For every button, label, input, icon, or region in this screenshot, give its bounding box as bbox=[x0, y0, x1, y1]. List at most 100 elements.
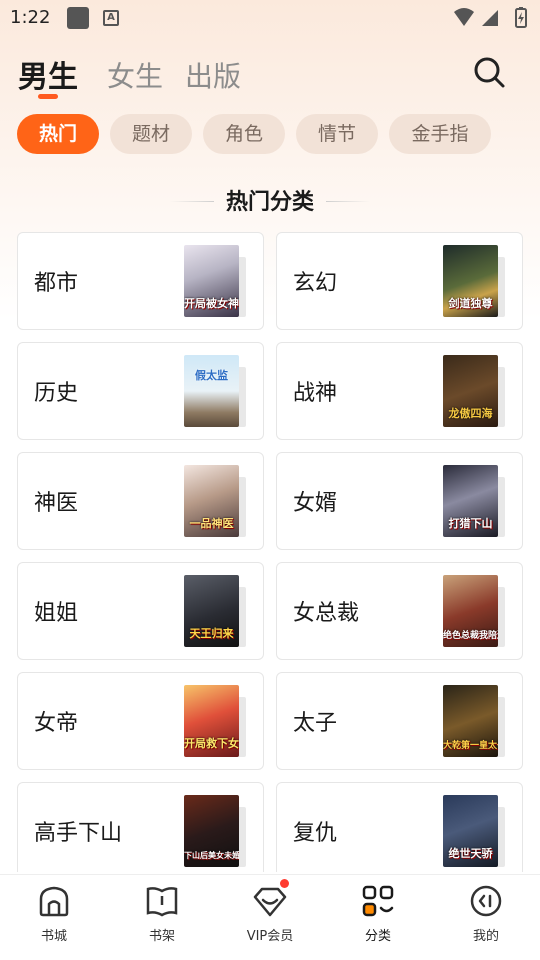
home-icon bbox=[39, 886, 69, 917]
search-icon bbox=[474, 57, 505, 88]
status-bar: 1:22 A bbox=[0, 0, 540, 36]
tab-female[interactable]: 女生 bbox=[107, 55, 163, 95]
signal-icon bbox=[482, 10, 498, 26]
category-grid: 都市 开局被女神表白 玄幻 剑道独尊 历史 假太监 bbox=[0, 232, 540, 872]
cover-stack: 绝世天骄 bbox=[443, 795, 507, 867]
book-cover: 一品神医 bbox=[184, 465, 239, 537]
category-label: 神医 bbox=[34, 491, 79, 516]
notification-badge bbox=[280, 879, 289, 888]
category-card[interactable]: 复仇 绝世天骄 bbox=[276, 782, 523, 872]
cover-title: 开局被女神表白 bbox=[184, 297, 239, 310]
nav-vip[interactable]: VIP会员 bbox=[230, 875, 310, 960]
book-cover: 绝世天骄 bbox=[443, 795, 498, 867]
cover-title: 开局救下女帝 bbox=[184, 737, 239, 750]
battery-charging-icon bbox=[515, 7, 527, 28]
chip-hot[interactable]: 热门 bbox=[17, 114, 99, 154]
book-cover: 假太监 bbox=[184, 355, 239, 427]
cover-title: 假太监 bbox=[195, 369, 228, 382]
cover-title: 下山后美女未婚妻吧 bbox=[184, 851, 239, 860]
status-time: 1:22 bbox=[10, 7, 51, 28]
nav-label: 我的 bbox=[472, 929, 499, 944]
book-cover: 打猎下山 bbox=[443, 465, 498, 537]
category-label: 女总裁 bbox=[293, 601, 360, 626]
app-square-icon bbox=[67, 7, 89, 29]
section-title: 热门分类 bbox=[225, 190, 314, 215]
category-label: 战神 bbox=[293, 381, 338, 406]
cover-stack: 天王归来 bbox=[184, 575, 248, 647]
book-cover: 大乾第一皇太子 bbox=[443, 685, 498, 757]
book-cover: 绝色总裁我陪送逃 bbox=[443, 575, 498, 647]
category-label: 姐姐 bbox=[34, 601, 79, 626]
section-divider-left bbox=[170, 201, 214, 202]
category-card[interactable]: 历史 假太监 bbox=[17, 342, 264, 440]
category-card[interactable]: 女帝 开局救下女帝 bbox=[17, 672, 264, 770]
cover-stack: 龙傲四海 bbox=[443, 355, 507, 427]
nav-label: VIP会员 bbox=[246, 929, 294, 944]
nav-category[interactable]: 分类 bbox=[338, 875, 418, 960]
cover-title: 绝色总裁我陪送逃 bbox=[443, 631, 498, 641]
book-cover: 天王归来 bbox=[184, 575, 239, 647]
category-label: 女婿 bbox=[293, 491, 338, 516]
cover-stack: 剑道独尊 bbox=[443, 245, 507, 317]
section-header: 热门分类 bbox=[0, 184, 540, 218]
cover-title: 打猎下山 bbox=[448, 517, 493, 530]
cover-stack: 假太监 bbox=[184, 355, 248, 427]
book-cover: 下山后美女未婚妻吧 bbox=[184, 795, 239, 867]
cover-title: 一品神医 bbox=[189, 517, 234, 530]
nav-label: 书架 bbox=[148, 929, 175, 944]
category-label: 高手下山 bbox=[34, 821, 123, 846]
cover-stack: 绝色总裁我陪送逃 bbox=[443, 575, 507, 647]
category-card[interactable]: 太子 大乾第一皇太子 bbox=[276, 672, 523, 770]
nav-label: 分类 bbox=[364, 929, 391, 944]
book-cover: 开局救下女帝 bbox=[184, 685, 239, 757]
cover-title: 天王归来 bbox=[189, 627, 234, 640]
profile-icon bbox=[470, 885, 502, 917]
tab-male[interactable]: 男生 bbox=[18, 52, 78, 96]
cover-stack: 下山后美女未婚妻吧 bbox=[184, 795, 248, 867]
book-cover: 开局被女神表白 bbox=[184, 245, 239, 317]
category-label: 都市 bbox=[34, 271, 79, 296]
cover-title: 剑道独尊 bbox=[448, 297, 493, 310]
category-card[interactable]: 神医 一品神医 bbox=[17, 452, 264, 550]
nav-bookstore[interactable]: 书城 bbox=[14, 875, 94, 960]
category-card[interactable]: 玄幻 剑道独尊 bbox=[276, 232, 523, 330]
nav-profile[interactable]: 我的 bbox=[446, 875, 526, 960]
cover-stack: 打猎下山 bbox=[443, 465, 507, 537]
chip-golden-finger[interactable]: 金手指 bbox=[389, 114, 491, 154]
category-label: 复仇 bbox=[293, 821, 338, 846]
category-card[interactable]: 女婿 打猎下山 bbox=[276, 452, 523, 550]
book-icon bbox=[146, 887, 178, 917]
cover-title: 龙傲四海 bbox=[448, 407, 493, 420]
category-grid-icon bbox=[362, 885, 394, 917]
wifi-icon bbox=[454, 8, 474, 26]
cover-title: 绝世天骄 bbox=[448, 847, 493, 860]
cover-stack: 一品神医 bbox=[184, 465, 248, 537]
category-card[interactable]: 高手下山 下山后美女未婚妻吧 bbox=[17, 782, 264, 872]
search-button[interactable] bbox=[472, 55, 506, 89]
tab-publish[interactable]: 出版 bbox=[185, 55, 241, 95]
cover-stack: 开局被女神表白 bbox=[184, 245, 248, 317]
nav-label: 书城 bbox=[40, 929, 67, 944]
category-card[interactable]: 战神 龙傲四海 bbox=[276, 342, 523, 440]
cover-stack: 开局救下女帝 bbox=[184, 685, 248, 757]
cover-title: 大乾第一皇太子 bbox=[443, 741, 498, 751]
nav-bookshelf[interactable]: 书架 bbox=[122, 875, 202, 960]
category-label: 玄幻 bbox=[293, 271, 338, 296]
chip-theme[interactable]: 题材 bbox=[110, 114, 192, 154]
keyboard-a-icon: A bbox=[103, 10, 119, 26]
category-page: 1:22 A 男生 女生 出版 热门 题材 角色 情节 金手指 热门分类 都市 … bbox=[0, 0, 540, 960]
category-label: 历史 bbox=[34, 381, 79, 406]
book-cover: 剑道独尊 bbox=[443, 245, 498, 317]
bottom-navigation: 书城 书架 VIP会员 分类 我的 bbox=[0, 874, 540, 960]
chip-role[interactable]: 角色 bbox=[203, 114, 285, 154]
vip-crown-icon bbox=[253, 887, 287, 917]
category-label: 太子 bbox=[293, 711, 338, 736]
category-card[interactable]: 女总裁 绝色总裁我陪送逃 bbox=[276, 562, 523, 660]
category-card[interactable]: 姐姐 天王归来 bbox=[17, 562, 264, 660]
section-divider-right bbox=[326, 201, 370, 202]
category-card[interactable]: 都市 开局被女神表白 bbox=[17, 232, 264, 330]
book-cover: 龙傲四海 bbox=[443, 355, 498, 427]
category-label: 女帝 bbox=[34, 711, 79, 736]
cover-stack: 大乾第一皇太子 bbox=[443, 685, 507, 757]
chip-plot[interactable]: 情节 bbox=[296, 114, 378, 154]
